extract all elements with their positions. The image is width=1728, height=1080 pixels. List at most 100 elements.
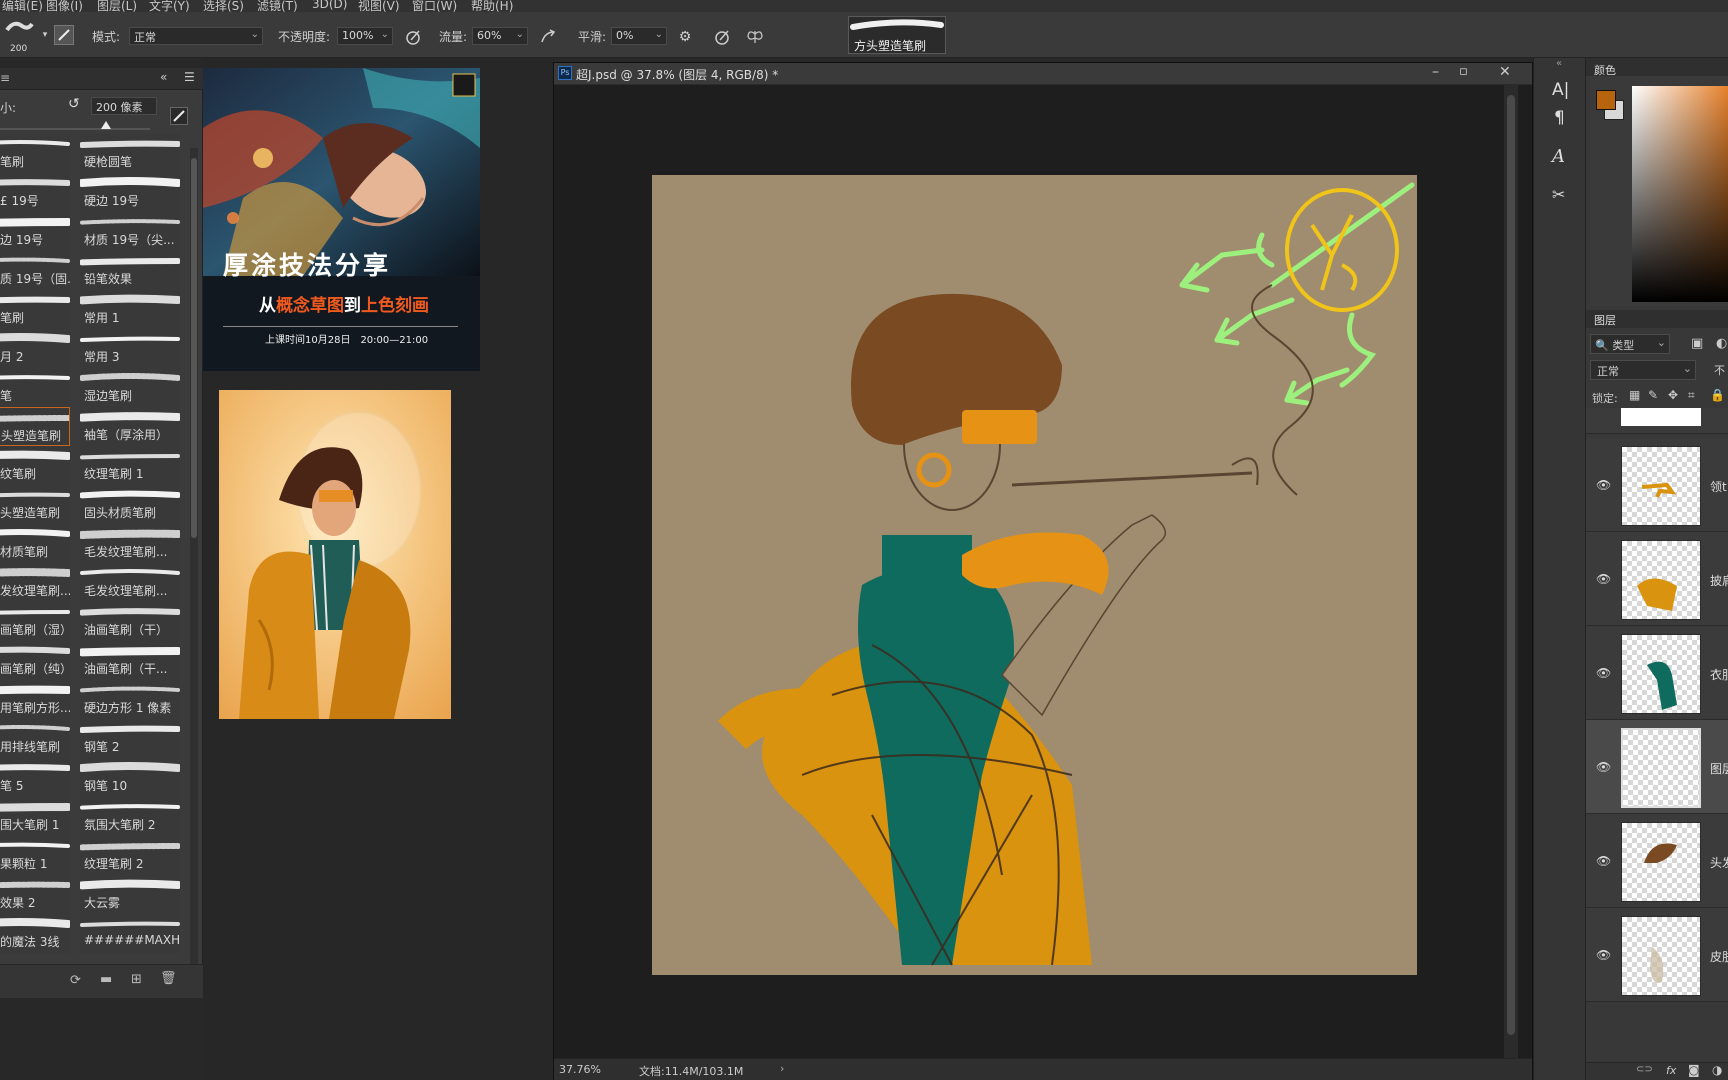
menu-help[interactable]: 帮助(H) <box>471 0 513 12</box>
toggle-preview-icon[interactable]: ⟳ <box>70 973 81 988</box>
tab-layers[interactable]: 图层 <box>1594 312 1616 328</box>
brush-preset-item[interactable]: 月 2 <box>0 329 70 368</box>
menu-layer[interactable]: 图层(L) <box>97 0 137 12</box>
character-panel-icon[interactable]: A| <box>1552 80 1569 100</box>
brush-preset-item[interactable]: 大云雾 <box>80 875 180 914</box>
paragraph-panel-icon[interactable]: ¶ <box>1554 108 1565 128</box>
menu-image[interactable]: 图像(I) <box>46 0 83 12</box>
eye-icon[interactable]: 👁 <box>1596 948 1611 962</box>
menu-3d[interactable]: 3D(D) <box>312 0 347 11</box>
layer-filter-select[interactable]: 🔍 类型 ⌄ <box>1590 334 1670 354</box>
brush-preset-item[interactable]: 发纹理笔刷... <box>0 563 70 602</box>
flow-field[interactable]: 60% ⌄ <box>472 27 528 45</box>
glyphs-panel-icon[interactable]: A <box>1552 146 1565 167</box>
link-layers-icon[interactable]: ⊂⊃ <box>1636 1064 1653 1075</box>
lock-all-icon[interactable]: 🔒 <box>1710 388 1725 402</box>
brush-list-scrollbar[interactable] <box>190 148 198 968</box>
eye-icon[interactable]: 👁 <box>1596 666 1611 680</box>
brush-preset-item[interactable]: 用排线笔刷 <box>0 719 70 758</box>
brush-settings-toggle-icon[interactable] <box>54 25 74 45</box>
tool-presets-icon[interactable]: ✂ <box>1552 185 1565 204</box>
gear-icon[interactable]: ⚙ <box>675 27 695 47</box>
adjustment-layer-icon[interactable]: ◑ <box>1712 1063 1722 1077</box>
blend-mode-select[interactable]: 正常 ⌄ <box>1590 360 1696 380</box>
maximize-icon[interactable]: ▫ <box>1459 64 1468 79</box>
foreground-color-swatch[interactable] <box>1596 90 1616 110</box>
brush-preset-item[interactable]: 硬边方形 1 像素 <box>80 680 180 719</box>
layer-row[interactable]: 👁 衣服 <box>1586 626 1728 720</box>
opacity-field[interactable]: 100% ⌄ <box>337 27 393 45</box>
fx-icon[interactable]: fx <box>1666 1064 1676 1077</box>
canvas[interactable] <box>652 175 1417 975</box>
brush-preset-item[interactable]: 笔 5 <box>0 758 70 797</box>
brush-preset-item[interactable]: 袖笔（厚涂用） <box>80 407 180 446</box>
expand-icon[interactable]: « <box>1556 58 1562 69</box>
collapse-icon[interactable]: « <box>160 70 167 84</box>
brush-preset-item[interactable]: 湿边笔刷 <box>80 368 180 407</box>
create-brush-icon[interactable] <box>170 107 188 125</box>
brush-preset-item[interactable]: 固头材质笔刷 <box>80 485 180 524</box>
status-menu-arrow-icon[interactable]: › <box>780 1062 784 1075</box>
brush-preset-item[interactable]: 毛发纹理笔刷... <box>80 524 180 563</box>
zoom-level[interactable]: 37.76% <box>559 1063 601 1076</box>
brush-preset-picker[interactable]: 200 <box>4 16 34 54</box>
size-slider-track[interactable] <box>0 128 150 130</box>
filter-image-icon[interactable]: ▣ <box>1691 336 1703 351</box>
brush-preset-item[interactable]: 质 19号（固... <box>0 251 70 290</box>
brush-size-field[interactable]: 200 像素 <box>91 97 157 115</box>
pressure-size-icon[interactable] <box>712 27 732 47</box>
brush-preset-item[interactable]: 钢笔 10 <box>80 758 180 797</box>
brush-preset-item[interactable]: 围大笔刷 1 <box>0 797 70 836</box>
brush-preset-item[interactable]: 纹笔刷 <box>0 446 70 485</box>
brush-preset-item[interactable]: 油画笔刷（干） <box>80 602 180 641</box>
document-tab[interactable]: Ps 超J.psd @ 37.8% (图层 4, RGB/8) * – ▫ ✕ <box>554 63 1532 85</box>
layer-row[interactable]: 👁 图层 <box>1586 720 1728 814</box>
add-mask-icon[interactable]: ◙ <box>1688 1063 1700 1077</box>
color-picker-field[interactable] <box>1632 86 1728 302</box>
brush-preset-item[interactable]: 铅笔效果 <box>80 251 180 290</box>
lock-position-icon[interactable]: ✥ <box>1668 388 1678 402</box>
menu-select[interactable]: 选择(S) <box>203 0 244 12</box>
trash-icon[interactable]: 🗑 <box>160 971 177 986</box>
menu-window[interactable]: 窗口(W) <box>412 0 457 12</box>
symmetry-butterfly-icon[interactable] <box>745 27 765 47</box>
brush-preset-item[interactable]: 纹理笔刷 2 <box>80 836 180 875</box>
eye-icon[interactable]: 👁 <box>1596 760 1611 774</box>
brush-preset-item[interactable]: 硬边 19号 <box>80 173 180 212</box>
vertical-scrollbar[interactable] <box>1504 85 1518 1058</box>
menu-filter[interactable]: 滤镜(T) <box>257 0 298 12</box>
scrollbar-thumb[interactable] <box>1507 95 1515 1035</box>
brush-preset-item[interactable]: 笔刷 <box>0 290 70 329</box>
reset-size-icon[interactable]: ↺ <box>68 96 80 112</box>
brush-preset-item[interactable]: 效果 2 <box>0 875 70 914</box>
brush-preset-item[interactable]: £ 19号 <box>0 173 70 212</box>
layer-row[interactable]: 👁 头发 <box>1586 814 1728 908</box>
brush-preset-item[interactable]: 纹理笔刷 1 <box>80 446 180 485</box>
brush-preset-item[interactable]: 用笔刷方形... <box>0 680 70 719</box>
size-slider-handle[interactable] <box>101 121 111 129</box>
lock-image-icon[interactable]: ✎ <box>1648 388 1658 402</box>
layer-row[interactable]: 👁 领t <box>1586 438 1728 532</box>
lock-artboard-icon[interactable]: ⌗ <box>1688 388 1695 403</box>
eye-icon[interactable]: 👁 <box>1596 854 1611 868</box>
close-icon[interactable]: ✕ <box>1499 64 1511 80</box>
pressure-opacity-icon[interactable] <box>403 27 423 47</box>
panel-menu-icon[interactable]: ☰ <box>184 70 195 84</box>
brush-preset-item[interactable]: 画笔刷（湿） <box>0 602 70 641</box>
menu-type[interactable]: 文字(Y) <box>149 0 190 12</box>
brush-preset-item[interactable]: ######MAXH... <box>80 914 180 953</box>
brush-preset-item[interactable]: 的魔法 3线 <box>0 914 70 953</box>
chevron-down-icon[interactable]: ▾ <box>35 25 55 45</box>
layer-row[interactable]: 👁 皮肤 <box>1586 908 1728 1002</box>
lock-transparent-icon[interactable]: ▦ <box>1629 388 1640 402</box>
brush-preset-item[interactable]: 钢笔 2 <box>80 719 180 758</box>
menu-view[interactable]: 视图(V) <box>358 0 400 12</box>
smoothing-field[interactable]: 0% ⌄ <box>611 27 667 45</box>
folder-icon[interactable]: ▬ <box>100 972 112 987</box>
new-brush-icon[interactable]: ⊞ <box>131 972 142 987</box>
brush-preset-item[interactable]: 毛发纹理笔刷... <box>80 563 180 602</box>
brush-preset-item[interactable]: 材质 19号（尖... <box>80 212 180 251</box>
brush-preset-item[interactable]: 材质笔刷 <box>0 524 70 563</box>
eye-icon[interactable]: 👁 <box>1596 572 1611 586</box>
minimize-icon[interactable]: – <box>1432 64 1439 80</box>
